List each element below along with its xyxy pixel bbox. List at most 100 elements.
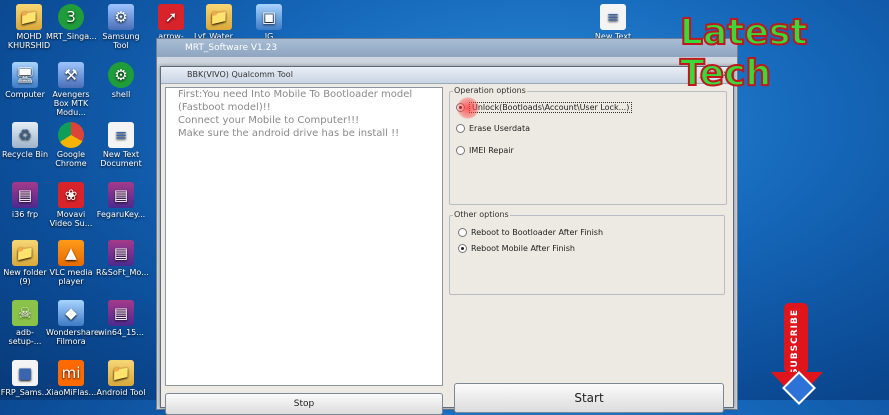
desktop-icon-glyph: ◆: [58, 300, 84, 326]
radio-erase-userdata[interactable]: [456, 124, 465, 133]
latest-tech-logo: Latest Tech: [679, 11, 809, 95]
desktop-icon-glyph: 📁: [12, 240, 38, 266]
desktop-icon-glyph: mi: [58, 360, 84, 386]
desktop-icon-label: XiaoMiFlas...: [46, 388, 97, 397]
desktop-icon-label: Android Tool: [96, 388, 146, 397]
desktop-icon[interactable]: 📁 New folder (9): [0, 240, 50, 286]
subscribe-badge[interactable]: SUBSCRIBE: [784, 303, 808, 376]
subscribe-label: SUBSCRIBE: [790, 309, 800, 376]
desktop-icon-glyph: 📁: [16, 4, 42, 30]
option-imei-repair-label: IMEI Repair: [469, 146, 514, 155]
log-line: Make sure the android drive has be insta…: [178, 128, 400, 139]
desktop-icon-label: New folder (9): [3, 268, 47, 286]
operation-options-legend: Operation options: [453, 86, 527, 95]
desktop-icon[interactable]: Google Chrome: [46, 122, 96, 168]
window-title: BBK(VIVO) Qualcomm Tool: [187, 70, 293, 79]
desktop-icon-glyph: ▤: [108, 240, 134, 266]
desktop-icon-label: Samsung Tool: [102, 32, 140, 50]
desktop-icon-glyph: ⚙: [108, 62, 134, 88]
window-title-bar[interactable]: BBK(VIVO) Qualcomm Tool _ □ x: [161, 67, 733, 84]
desktop-icon[interactable]: ⚙ shell: [96, 62, 146, 99]
desktop-icon[interactable]: ≡ New Text Document: [96, 122, 146, 168]
option-reboot-mobile-label: Reboot Mobile After Finish: [471, 244, 575, 253]
desktop-icon-label: FegaruKey...: [96, 210, 146, 219]
desktop-icon-label: i36 frp: [11, 210, 39, 219]
desktop-icon-label: Wondershare Filmora: [46, 328, 99, 346]
desktop-icon-glyph: 3: [58, 4, 84, 30]
desktop-icon[interactable]: ■ FRP_Sams...: [0, 360, 50, 397]
desktop-icon[interactable]: ☠ adb-setup-...: [0, 300, 50, 346]
desktop-icon-label: FRP_Sams...: [0, 388, 50, 397]
log-line: (Fastboot model)!!: [178, 102, 271, 113]
desktop-icon[interactable]: 📁 Lyf_Water_...: [194, 4, 245, 41]
background-window-title: MRT_Software V1.23: [157, 39, 737, 57]
desktop-icon-glyph: 📁: [108, 360, 134, 386]
desktop-icon-label: adb-setup-...: [8, 328, 42, 346]
option-reboot-bootloader[interactable]: Reboot to Bootloader After Finish: [458, 228, 603, 237]
desktop-icon-label: Google Chrome: [55, 150, 87, 168]
desktop-icon-glyph: ⚙: [108, 4, 134, 30]
desktop-icon-label: R&SoFt_Mo...: [96, 268, 149, 277]
start-button[interactable]: Start: [454, 383, 724, 413]
desktop-icon-glyph: ▤: [108, 182, 134, 208]
log-line: First:You need Into Mobile To Bootloader…: [178, 89, 413, 100]
desktop-icon[interactable]: ♻ Recycle Bin: [0, 122, 50, 159]
desktop-icon-label: win64_15...: [98, 328, 144, 337]
desktop-icon-label: Computer: [5, 90, 45, 99]
log-textarea[interactable]: First:You need Into Mobile To Bootloader…: [165, 87, 443, 386]
log-line: Connect your Mobile to Computer!!!: [178, 115, 360, 126]
desktop-icon[interactable]: 3 MRT_Singa...: [46, 4, 97, 41]
desktop-icon-glyph: ➚: [158, 4, 184, 30]
desktop-icon[interactable]: ◆ Wondershare Filmora: [46, 300, 99, 346]
desktop-icon-glyph: ■: [12, 360, 38, 386]
desktop-icon-label: Avengers Box MTK Modu...: [52, 90, 90, 117]
desktop-icon-label: Movavi Video Su...: [49, 210, 93, 228]
desktop-icon[interactable]: ⚒ Avengers Box MTK Modu...: [46, 62, 96, 117]
desktop-icon[interactable]: ⚙ Samsung Tool: [96, 4, 146, 50]
option-erase-userdata[interactable]: Erase Userdata: [456, 124, 530, 133]
option-imei-repair[interactable]: IMEI Repair: [456, 146, 514, 155]
option-reboot-bootloader-label: Reboot to Bootloader After Finish: [471, 228, 604, 237]
desktop-icon-glyph: ▲: [58, 240, 84, 266]
qualcomm-tool-window: BBK(VIVO) Qualcomm Tool _ □ x First:You …: [160, 66, 734, 415]
desktop-icon-glyph: 🖥: [12, 62, 38, 88]
desktop-icon[interactable]: 🖥 Computer: [0, 62, 50, 99]
option-unlock[interactable]: Unlock(Bootloads\Account\User Lock...): [456, 102, 633, 113]
other-options-legend: Other options: [453, 210, 510, 219]
radio-imei-repair[interactable]: [456, 146, 465, 155]
desktop-icon-label: MRT_Singa...: [46, 32, 97, 41]
desktop-icon-glyph: ▤: [108, 300, 134, 326]
option-erase-userdata-label: Erase Userdata: [469, 124, 530, 133]
desktop-icon[interactable]: ▲ VLC media player: [46, 240, 96, 286]
desktop-icon[interactable]: ❀ Movavi Video Su...: [46, 182, 96, 228]
desktop-icon[interactable]: ▣ IG: [244, 4, 294, 41]
desktop-icon-glyph: 📁: [206, 4, 232, 30]
desktop-icon-label: shell: [111, 90, 131, 99]
other-options-group: Other options Reboot to Bootloader After…: [449, 210, 725, 295]
desktop-icon-glyph: ▤: [12, 182, 38, 208]
desktop-icon[interactable]: mi XiaoMiFlas...: [46, 360, 96, 397]
desktop-icon-glyph: ≡: [600, 4, 626, 30]
desktop-icon[interactable]: ▤ R&SoFt_Mo...: [96, 240, 149, 277]
desktop-icon-glyph: ▣: [256, 4, 282, 30]
desktop-icon[interactable]: ▤ i36 frp: [0, 182, 50, 219]
desktop-icon-label: VLC media player: [49, 268, 93, 286]
desktop-icon-label: New Text Document: [100, 150, 142, 168]
radio-reboot-bootloader[interactable]: [458, 228, 467, 237]
desktop-icon-glyph: ☠: [12, 300, 38, 326]
click-indicator: [457, 97, 479, 119]
operation-options-group: Operation options Unlock(Bootloads\Accou…: [449, 86, 727, 205]
stop-button[interactable]: Stop: [165, 393, 443, 415]
radio-reboot-mobile[interactable]: [458, 244, 467, 253]
option-reboot-mobile[interactable]: Reboot Mobile After Finish: [458, 244, 575, 253]
desktop-icon[interactable]: ▤ win64_15...: [96, 300, 146, 337]
desktop-icon-label: Recycle Bin: [1, 150, 49, 159]
desktop-icon-glyph: ⚒: [58, 62, 84, 88]
desktop-icon-glyph: ≡: [108, 122, 134, 148]
desktop-icon-glyph: [58, 122, 84, 148]
desktop-icon-glyph: ❀: [58, 182, 84, 208]
option-unlock-label: Unlock(Bootloads\Account\User Lock...): [469, 102, 633, 113]
desktop-icon-glyph: ♻: [12, 122, 38, 148]
desktop-icon[interactable]: 📁 Android Tool: [96, 360, 146, 397]
desktop-icon[interactable]: ▤ FegaruKey...: [96, 182, 146, 219]
